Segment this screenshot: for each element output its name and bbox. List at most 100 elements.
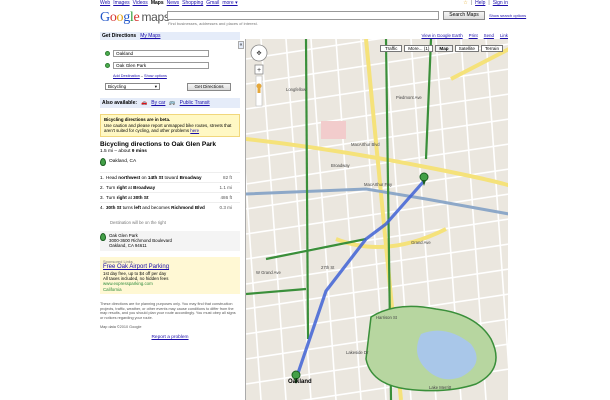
travel-mode-select[interactable]: Bicycling ▾ bbox=[105, 83, 160, 90]
tab-my-maps[interactable]: My Maps bbox=[140, 33, 160, 39]
hospital-area bbox=[321, 121, 346, 139]
beta-notice: Bicycling directions are in beta. Use ca… bbox=[100, 114, 240, 137]
google-earth-link[interactable]: View in Google Earth bbox=[421, 33, 462, 38]
nav-web-link[interactable]: Web bbox=[100, 0, 110, 6]
map-label-macarthur-fwy: MacArthur Fwy bbox=[364, 182, 393, 187]
direction-step[interactable]: 4. 30th St turns left and becomes Richmo… bbox=[100, 201, 240, 220]
step-street: 14th St bbox=[147, 174, 164, 180]
divider: | bbox=[470, 0, 473, 6]
start-address[interactable]: Oakland, CA bbox=[100, 157, 240, 166]
destination-note: Destination will be on the right bbox=[110, 219, 166, 225]
nav-news-link[interactable]: News bbox=[167, 0, 180, 6]
tab-get-directions[interactable]: Get Directions bbox=[102, 33, 136, 39]
print-link[interactable]: Print bbox=[469, 33, 478, 38]
destination-address[interactable]: Oak Glen Park 3000-3600 Richmond Bouleva… bbox=[100, 230, 240, 251]
to-input[interactable]: Oak Glen Park bbox=[113, 62, 209, 69]
add-destination-link[interactable]: Add Destination bbox=[113, 74, 140, 78]
google-maps-logo[interactable]: Google maps bbox=[100, 10, 170, 26]
map-label-macarthur-blvd: MacArthur Blvd bbox=[351, 142, 380, 147]
direction-step[interactable]: 3. Turn right at 30th St 486 ft bbox=[100, 191, 240, 202]
step-text-part: Turn bbox=[106, 184, 117, 190]
travel-mode-value: Bicycling bbox=[108, 84, 127, 89]
step-direction: left bbox=[134, 204, 141, 210]
map-label-longfellow: Longfellow bbox=[286, 87, 307, 92]
nav-gmail-link[interactable]: Gmail bbox=[206, 0, 219, 6]
help-link[interactable]: Help bbox=[475, 0, 485, 6]
map-type-controls: Traffic More... (1) Map Satellite Terrai… bbox=[380, 45, 503, 52]
step-text: Turn right at Broadway bbox=[106, 185, 218, 190]
map-label-piedmont: Piedmont Ave bbox=[396, 95, 422, 100]
show-search-options-link[interactable]: Show search options bbox=[489, 13, 526, 18]
star-icon[interactable]: ☆ bbox=[463, 0, 467, 6]
step-street: 30th St bbox=[106, 204, 122, 210]
map-view-button[interactable]: Map bbox=[435, 45, 453, 52]
more-layers-button[interactable]: More... (1) bbox=[404, 45, 434, 52]
search-input[interactable] bbox=[167, 11, 439, 20]
from-input[interactable]: Oakland bbox=[113, 50, 209, 57]
panel-tabs: Get Directions My Maps bbox=[100, 32, 240, 40]
send-link[interactable]: Send bbox=[484, 33, 494, 38]
show-options-link[interactable]: Show options bbox=[144, 74, 167, 78]
map-data-credit: Map data ©2010 Google bbox=[100, 324, 142, 329]
terrain-view-button[interactable]: Terrain bbox=[480, 45, 503, 52]
map-toolbar: View in Google Earth Print Send Link bbox=[245, 32, 508, 39]
report-problem-link[interactable]: Report a problem bbox=[100, 335, 240, 340]
get-directions-button[interactable]: Get Directions bbox=[187, 83, 231, 91]
beta-text: Use caution and please report unmapped b… bbox=[104, 122, 232, 134]
end-marker-icon bbox=[105, 63, 110, 68]
map-graphic[interactable]: ✥ + Longfellow MacArthur Blvd MacArthur … bbox=[246, 39, 508, 400]
marker-b-icon bbox=[100, 232, 106, 241]
also-available-bar: Also available: 🚗 By car 🚌 Public Transi… bbox=[100, 98, 240, 108]
nav-more-link[interactable]: more ▾ bbox=[222, 0, 237, 6]
by-car-link[interactable]: By car bbox=[151, 100, 165, 106]
chevron-down-icon: ▾ bbox=[154, 84, 157, 89]
start-marker-icon bbox=[105, 51, 110, 56]
top-navigation: Web Images Videos Maps News Shopping Gma… bbox=[100, 0, 508, 6]
map-label-harrison: Harrison St bbox=[376, 315, 398, 320]
map-label-oakland: Oakland bbox=[288, 379, 312, 385]
bus-icon: 🚌 bbox=[169, 100, 176, 106]
step-direction: northwest bbox=[118, 174, 141, 180]
satellite-view-button[interactable]: Satellite bbox=[454, 45, 479, 52]
product-links: Web Images Videos Maps News Shopping Gma… bbox=[100, 0, 238, 6]
nav-images-link[interactable]: Images bbox=[113, 0, 129, 6]
nav-shopping-link[interactable]: Shopping bbox=[182, 0, 203, 6]
step-distance: 82 ft bbox=[223, 174, 232, 180]
direction-step[interactable]: 1. Head northwest on 14th St toward Broa… bbox=[100, 171, 240, 182]
nav-videos-link[interactable]: Videos bbox=[133, 0, 148, 6]
nav-maps-current: Maps bbox=[150, 0, 164, 6]
step-street: Broadway bbox=[133, 184, 156, 190]
pan-control[interactable]: ✥ bbox=[250, 44, 268, 62]
marker-a-icon bbox=[100, 157, 106, 166]
link-link[interactable]: Link bbox=[500, 33, 508, 38]
step-street: Broadway bbox=[179, 174, 202, 180]
sign-in-link[interactable]: Sign in bbox=[493, 0, 508, 6]
map-label-lakeside: Lakeside Dr bbox=[346, 350, 369, 355]
search-hint: Find businesses, addresses and places of… bbox=[168, 21, 258, 26]
step-list: 1. Head northwest on 14th St toward Broa… bbox=[100, 171, 240, 225]
ad-title-link[interactable]: Free Oak Airport Parking bbox=[103, 264, 169, 270]
step-direction: right bbox=[116, 194, 127, 200]
step-text-part: Head bbox=[106, 174, 119, 180]
directions-title: Bicycling directions to Oak Glen Park bbox=[100, 140, 216, 148]
report-here-link[interactable]: here bbox=[190, 128, 199, 133]
map-canvas[interactable]: ✥ + Longfellow MacArthur Blvd MacArthur … bbox=[245, 39, 508, 400]
svg-text:+: + bbox=[257, 67, 261, 74]
car-icon: 🚗 bbox=[141, 100, 148, 106]
step-text-part: toward bbox=[163, 174, 180, 180]
step-street: Richmond Blvd bbox=[171, 204, 205, 210]
step-distance: 1.1 mi bbox=[219, 184, 232, 190]
search-maps-button[interactable]: Search Maps bbox=[443, 11, 485, 20]
step-text: Turn right at 30th St bbox=[106, 195, 218, 200]
traffic-button[interactable]: Traffic bbox=[380, 45, 403, 52]
direction-step[interactable]: 2. Turn right at Broadway 1.1 mi bbox=[100, 181, 240, 192]
header: Google maps Search Maps Show search optio… bbox=[100, 8, 526, 30]
public-transit-link[interactable]: Public Transit bbox=[180, 100, 210, 106]
map-label-lake-merritt: Lake Merritt bbox=[429, 385, 452, 390]
collapse-panel-arrow-icon[interactable]: « bbox=[238, 41, 244, 49]
divider: | bbox=[488, 0, 490, 6]
directions-panel: Get Directions My Maps Oakland Oak Glen … bbox=[100, 32, 240, 400]
step-direction: right bbox=[116, 184, 127, 190]
map-label-broadway: Broadway bbox=[331, 163, 351, 168]
step-text-part: and becomes bbox=[140, 204, 172, 210]
